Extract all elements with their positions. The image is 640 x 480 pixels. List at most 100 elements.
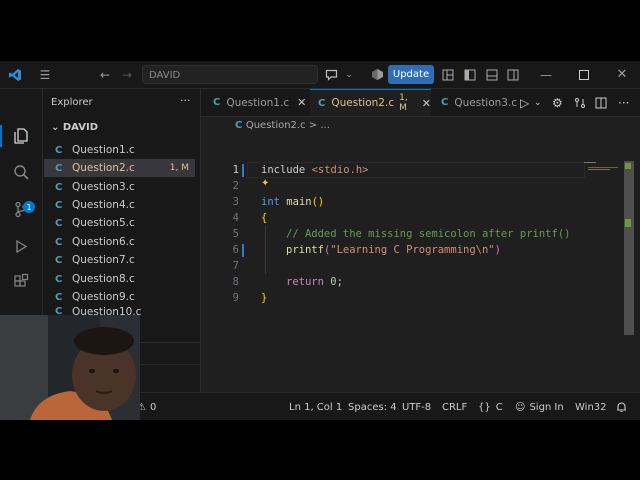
line-number: 5 xyxy=(232,228,239,240)
extensions-icon[interactable] xyxy=(11,271,31,291)
file-name: Question4.c xyxy=(72,199,135,211)
c-file-icon: C xyxy=(55,181,63,193)
function-name: main xyxy=(286,196,312,208)
platform-status[interactable]: Win32 xyxy=(575,393,607,420)
copilot-icon: ☺ xyxy=(515,401,526,413)
line-number: 9 xyxy=(232,292,239,304)
overview-ruler-mark xyxy=(625,219,631,227)
header-name: <stdio.h> xyxy=(311,164,369,176)
folder-name: DAVID xyxy=(62,122,98,133)
line-number: 3 xyxy=(232,196,239,208)
person-image xyxy=(30,327,136,420)
toggle-panel-icon[interactable] xyxy=(484,61,500,88)
file-item-question3[interactable]: C Question3.c xyxy=(44,178,195,196)
settings-icon[interactable]: ⚙ xyxy=(552,89,563,116)
breadcrumb[interactable]: C Question2.c > ... xyxy=(235,120,330,131)
c-file-icon: C xyxy=(235,120,246,131)
maximize-icon[interactable] xyxy=(574,61,594,88)
signin-status[interactable]: ☺ Sign In xyxy=(515,393,564,420)
file-item-question9[interactable]: C Question9.c xyxy=(44,288,195,306)
file-item-question6[interactable]: C Question6.c xyxy=(44,233,195,251)
split-editor-icon[interactable] xyxy=(595,89,607,116)
code-line-8[interactable]: return 0; xyxy=(286,276,343,288)
eol-status[interactable]: CRLF xyxy=(442,393,467,420)
code-line-1[interactable]: include <stdio.h> xyxy=(261,164,369,176)
c-file-icon: C xyxy=(55,217,63,229)
semicolon: ; xyxy=(336,276,343,288)
c-file-icon: C xyxy=(55,144,63,156)
encoding-status[interactable]: UTF-8 xyxy=(402,393,431,420)
type-keyword: int xyxy=(261,196,280,208)
c-file-icon: C xyxy=(55,273,63,285)
tab-question1[interactable]: C Question1.c ✕ xyxy=(201,89,306,116)
bell-icon[interactable] xyxy=(616,393,627,420)
tab-question2[interactable]: C Question2.c 1, M ✕ xyxy=(310,89,431,116)
layout-icon[interactable] xyxy=(440,61,456,88)
close-tab-icon[interactable]: ✕ xyxy=(422,97,431,110)
vertical-scrollbar[interactable] xyxy=(624,161,634,335)
profile-icon[interactable] xyxy=(368,61,386,88)
menu-icon[interactable]: ☰ xyxy=(36,61,54,88)
minimap-line xyxy=(588,169,610,170)
minimize-icon[interactable]: — xyxy=(536,61,556,88)
run-icon[interactable]: ▷ xyxy=(520,89,529,116)
string-literal: "Learning C Programming\n" xyxy=(330,244,495,256)
tab-question3[interactable]: C Question3.c xyxy=(441,89,521,116)
close-tab-icon[interactable]: ✕ xyxy=(297,96,306,109)
files-icon[interactable] xyxy=(11,126,31,146)
search-icon[interactable] xyxy=(11,162,31,182)
toggle-secondary-sidebar-icon[interactable] xyxy=(505,61,521,88)
language-status[interactable]: {} C xyxy=(478,393,503,420)
function-call: printf xyxy=(286,244,324,256)
file-name: Question9.c xyxy=(72,291,135,303)
git-compare-icon[interactable] xyxy=(574,89,586,116)
file-item-question1[interactable]: C Question1.c xyxy=(44,141,195,159)
overview-ruler-mark xyxy=(625,163,631,169)
code-line-5-comment[interactable]: // Added the missing semicolon after pri… xyxy=(286,228,570,240)
line-number: 8 xyxy=(232,276,239,288)
code-line-6[interactable]: printf("Learning C Programming\n") xyxy=(286,244,501,256)
sparkle-icon[interactable]: ✦ xyxy=(261,178,269,189)
back-icon[interactable]: ← xyxy=(96,61,114,88)
update-button[interactable]: Update xyxy=(388,65,434,84)
modified-gutter-mark xyxy=(242,164,244,177)
cursor-position[interactable]: Ln 1, Col 1 xyxy=(289,393,342,420)
file-item-question4[interactable]: C Question4.c xyxy=(44,196,195,214)
tab-label: Question1.c xyxy=(226,96,290,109)
language-label: C xyxy=(495,401,503,413)
run-debug-icon[interactable] xyxy=(11,236,31,256)
folder-header[interactable]: ⌄ DAVID xyxy=(51,122,98,133)
tab-label: Question3.c xyxy=(454,96,518,109)
code-line-9[interactable]: } xyxy=(261,292,267,304)
file-item-question8[interactable]: C Question8.c xyxy=(44,270,195,288)
minimap[interactable] xyxy=(584,161,624,173)
code-line-4[interactable]: { xyxy=(261,212,267,224)
line-number: 6 xyxy=(232,244,239,256)
copilot-icon[interactable] xyxy=(322,61,340,88)
file-name: Question2.c xyxy=(72,162,135,174)
file-name: Question3.c xyxy=(72,181,135,193)
active-indicator xyxy=(0,125,2,147)
more-icon[interactable]: ··· xyxy=(180,94,191,107)
include-directive: include xyxy=(261,164,306,176)
code-line-3[interactable]: int main() xyxy=(261,196,324,208)
close-icon[interactable]: ✕ xyxy=(612,61,632,88)
chevron-down-icon[interactable]: ⌄ xyxy=(342,61,356,88)
file-item-question5[interactable]: C Question5.c xyxy=(44,214,195,232)
c-file-icon: C xyxy=(55,254,63,266)
c-file-icon: C xyxy=(318,97,326,109)
paren-close: ) xyxy=(494,244,501,256)
line-number: 4 xyxy=(232,212,239,224)
more-icon[interactable]: ··· xyxy=(618,89,629,116)
c-file-icon: C xyxy=(55,199,63,211)
indentation-status[interactable]: Spaces: 4 xyxy=(348,393,397,420)
file-item-question7[interactable]: C Question7.c xyxy=(44,251,195,269)
toggle-sidebar-icon[interactable] xyxy=(462,61,478,88)
command-center-search[interactable]: DAVID xyxy=(142,65,318,84)
file-item-question2[interactable]: C Question2.c 1, M xyxy=(44,159,195,177)
file-name: Question8.c xyxy=(72,273,135,285)
line-number: 2 xyxy=(232,180,239,192)
minimap-line xyxy=(584,162,596,163)
chevron-down-icon[interactable]: ⌄ xyxy=(534,89,542,116)
forward-icon[interactable]: → xyxy=(118,61,136,88)
